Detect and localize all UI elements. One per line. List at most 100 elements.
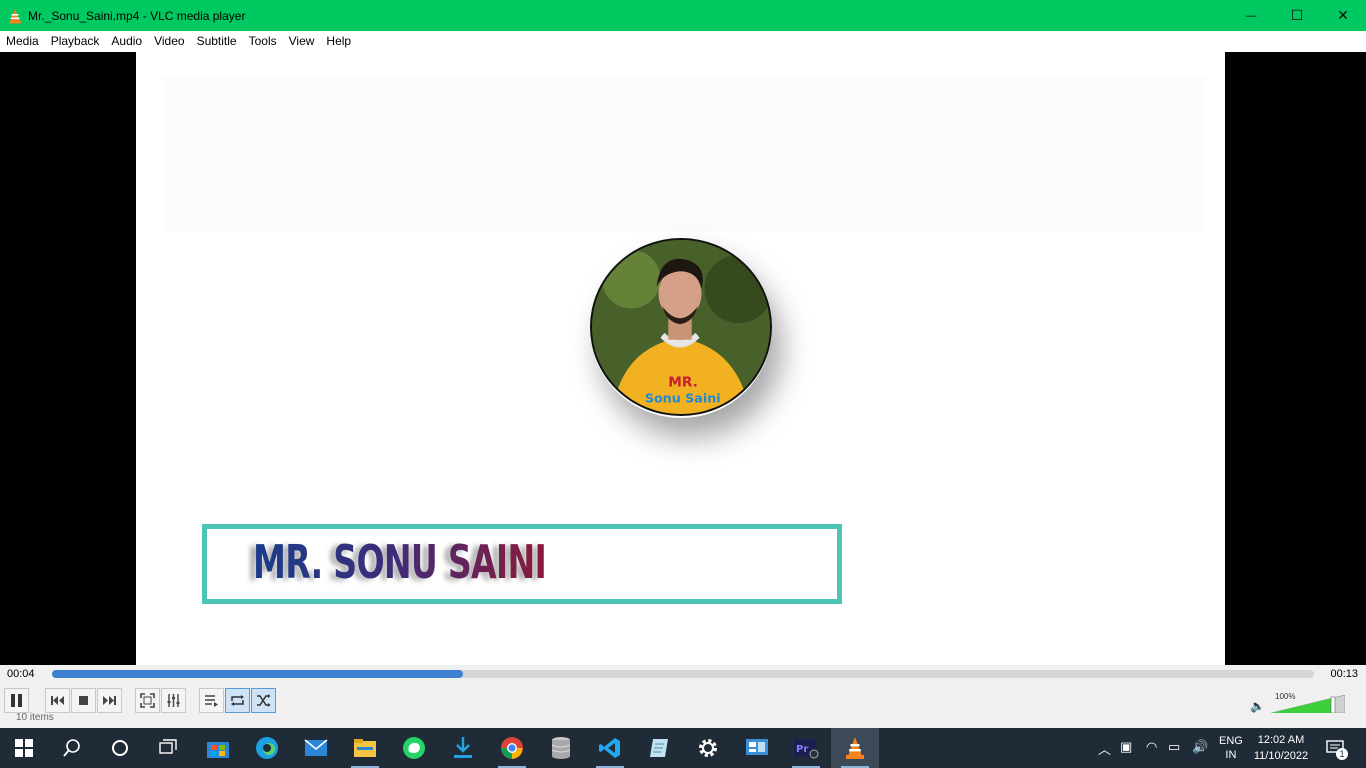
- notification-badge: 1: [1336, 748, 1348, 760]
- whatsapp-button[interactable]: [390, 728, 438, 768]
- clock-time: 12:02 AM: [1257, 734, 1305, 746]
- menu-bar: Media Playback Audio Video Subtitle Tool…: [0, 31, 1366, 52]
- control-bar: 🔈 100%: [0, 685, 1366, 716]
- notification-center-button[interactable]: 1: [1320, 728, 1350, 768]
- microsoft-store-icon: [207, 742, 229, 758]
- pause-icon: [11, 694, 22, 707]
- hoodie-text-name: Sonu Saini: [645, 390, 721, 405]
- menu-tools[interactable]: Tools: [245, 31, 281, 52]
- database-button[interactable]: [537, 728, 585, 768]
- language-code: ENG: [1219, 735, 1243, 747]
- tray-device-icon[interactable]: ▣: [1120, 739, 1132, 755]
- equalizer-icon: [167, 694, 180, 707]
- hoodie-text-mr: MR.: [668, 375, 698, 391]
- seek-bar[interactable]: [52, 670, 1314, 678]
- edge-icon: [256, 737, 278, 759]
- volume-tray-icon[interactable]: 🔊: [1192, 739, 1208, 755]
- language-indicator[interactable]: ENG IN: [1219, 734, 1243, 762]
- repeat-icon: [231, 695, 244, 706]
- region-code: IN: [1225, 749, 1237, 761]
- skip-previous-icon: [51, 696, 64, 705]
- menu-video[interactable]: Video: [150, 31, 188, 52]
- title-bar: Mr._Sonu_Saini.mp4 - VLC media player — …: [0, 0, 1366, 31]
- maximize-button[interactable]: ☐: [1274, 0, 1320, 31]
- battery-icon[interactable]: ▭: [1168, 739, 1180, 755]
- extended-settings-button[interactable]: [161, 688, 186, 713]
- task-view-button[interactable]: [144, 728, 192, 768]
- person-portrait-icon: MR. Sonu Saini: [592, 240, 770, 414]
- shuffle-icon: [257, 694, 271, 707]
- task-view-icon: [159, 739, 177, 754]
- svg-text:Pr: Pr: [796, 744, 808, 755]
- taskbar: Pr ︿ ▣ ◠ ▭ 🔊 ENG IN 12:02 AM 11/10/2022 …: [0, 728, 1366, 768]
- menu-subtitle[interactable]: Subtitle: [193, 31, 241, 52]
- fullscreen-button[interactable]: [135, 688, 160, 713]
- control-panel-icon: [746, 739, 768, 755]
- microsoft-store-button[interactable]: [194, 728, 242, 768]
- cortana-icon: [112, 740, 128, 756]
- menu-view[interactable]: View: [285, 31, 319, 52]
- status-bar: 10 items: [0, 712, 1366, 728]
- whatsapp-icon: [403, 737, 425, 759]
- clock-date: 11/10/2022: [1253, 750, 1309, 762]
- vlc-cone-icon: [9, 8, 21, 23]
- downloader-icon: [454, 737, 472, 758]
- database-icon: [551, 737, 571, 759]
- minimize-button[interactable]: —: [1228, 0, 1274, 31]
- search-icon: [63, 739, 80, 757]
- windows-start-icon: [15, 739, 33, 757]
- loop-button[interactable]: [225, 688, 250, 713]
- video-editor-button[interactable]: Pr: [782, 728, 830, 768]
- control-panel-button[interactable]: [733, 728, 781, 768]
- fullscreen-icon: [140, 693, 155, 708]
- chevron-up-icon[interactable]: ︿: [1098, 739, 1111, 758]
- previous-button[interactable]: [45, 688, 70, 713]
- profile-avatar: MR. Sonu Saini: [590, 238, 772, 416]
- next-button[interactable]: [97, 688, 122, 713]
- current-time: 00:04: [7, 668, 35, 680]
- close-button[interactable]: ✕: [1320, 0, 1366, 31]
- name-overlay-box: MR. SONU SAINI MR. SONU SAINI: [202, 524, 842, 604]
- chrome-button[interactable]: [488, 728, 536, 768]
- name-overlay-text: MR. SONU SAINI: [253, 535, 547, 589]
- video-frame: MR. Sonu Saini MR. SONU SAINI MR. SONU S…: [136, 52, 1225, 665]
- speaker-icon[interactable]: 🔈: [1250, 699, 1265, 713]
- stop-button[interactable]: [71, 688, 96, 713]
- downloader-button[interactable]: [439, 728, 487, 768]
- seek-row: 00:04 00:13: [0, 665, 1366, 685]
- video-area[interactable]: MR. Sonu Saini MR. SONU SAINI MR. SONU S…: [0, 52, 1366, 665]
- shuffle-button[interactable]: [251, 688, 276, 713]
- stop-icon: [79, 696, 88, 705]
- edge-button[interactable]: [243, 728, 291, 768]
- mail-icon: [304, 739, 328, 756]
- total-time[interactable]: 00:13: [1330, 668, 1358, 680]
- pause-button[interactable]: [4, 688, 29, 713]
- settings-icon: [699, 739, 717, 757]
- video-editor-icon: Pr: [794, 739, 819, 759]
- file-explorer-button[interactable]: [341, 728, 389, 768]
- skip-next-icon: [103, 696, 116, 705]
- search-button[interactable]: [48, 728, 96, 768]
- menu-audio[interactable]: Audio: [107, 31, 146, 52]
- mail-button[interactable]: [292, 728, 340, 768]
- windows-start-button[interactable]: [0, 728, 48, 768]
- cortana-button[interactable]: [96, 728, 144, 768]
- vlc-icon: [846, 737, 864, 759]
- menu-media[interactable]: Media: [2, 31, 43, 52]
- vscode-icon: [599, 738, 620, 758]
- vscode-button[interactable]: [586, 728, 634, 768]
- menu-playback[interactable]: Playback: [47, 31, 104, 52]
- settings-button[interactable]: [684, 728, 732, 768]
- vlc-taskbar-button[interactable]: [831, 728, 879, 768]
- volume-slider[interactable]: [1271, 695, 1345, 713]
- file-explorer-icon: [354, 739, 376, 757]
- wifi-icon[interactable]: ◠: [1146, 739, 1157, 755]
- seek-progress: [52, 670, 464, 678]
- clock[interactable]: 12:02 AM 11/10/2022: [1250, 732, 1312, 764]
- playlist-button[interactable]: [199, 688, 224, 713]
- notepad-button[interactable]: [635, 728, 683, 768]
- video-background-haze: [164, 77, 1204, 232]
- playlist-icon: [205, 695, 218, 707]
- menu-help[interactable]: Help: [322, 31, 355, 52]
- chrome-icon: [501, 737, 523, 759]
